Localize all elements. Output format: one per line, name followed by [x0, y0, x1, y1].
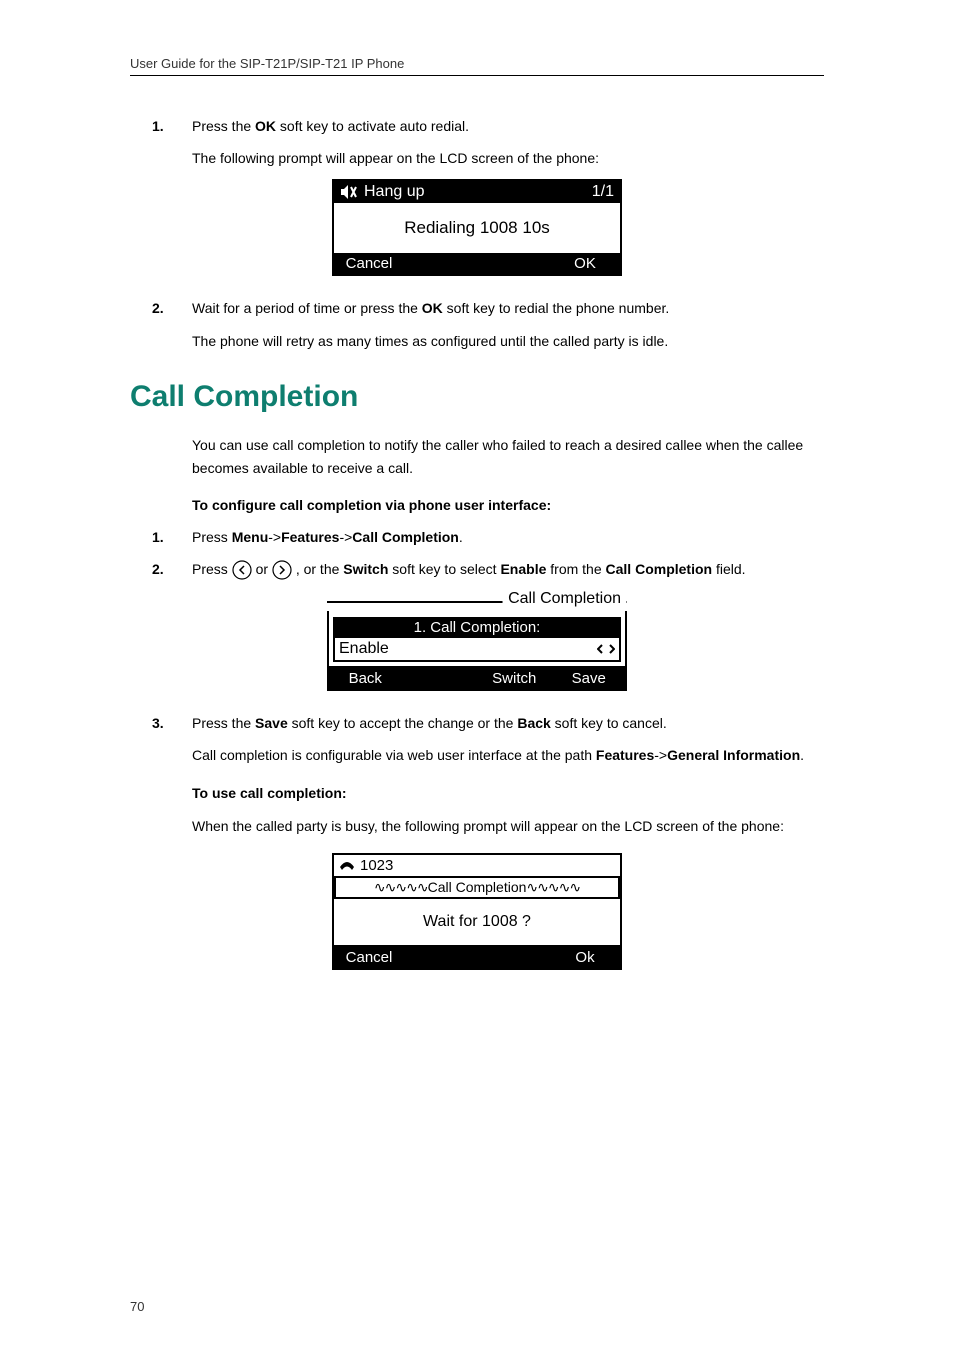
closing-paragraph: The phone will retry as many times as co… [130, 330, 824, 352]
step-number: 2. [152, 559, 164, 581]
use-label: To use call completion: [130, 785, 824, 801]
lcd3-top-bar: 1023 [334, 855, 620, 876]
lcd-softkeys: Cancel OK [334, 253, 620, 274]
step-number: 1. [152, 527, 164, 549]
lcd-content: Redialing 1008 10s [334, 203, 620, 253]
right-arrow-key-icon [272, 560, 292, 580]
step-text: Press or , or the Switch soft key to sel… [192, 561, 746, 577]
left-right-arrows-icon [597, 643, 615, 655]
step-number: 2. [152, 298, 164, 320]
lcd-call-completion-config: Call Completion 1. Call Completion: Enab… [327, 591, 627, 691]
steps-list-1: 1. Press the OK soft key to activate aut… [130, 116, 824, 169]
lcd3-content: Wait for 1008 ? [334, 899, 620, 945]
running-head: User Guide for the SIP-T21P/SIP-T21 IP P… [130, 56, 824, 71]
step-text: Wait for a period of time or press the O… [192, 300, 669, 316]
softkey-blank [476, 947, 548, 968]
configure-label: To configure call completion via phone u… [130, 497, 824, 513]
left-arrow-key-icon [232, 560, 252, 580]
speaker-mute-icon [340, 184, 358, 200]
lcd2-softkeys: Back Switch Save [327, 666, 627, 691]
lcd2-title-text: Call Completion [502, 590, 627, 608]
softkey-cancel: Cancel [334, 947, 404, 968]
softkey-blank [404, 947, 476, 968]
lcd-page-indicator: 1/1 [592, 183, 614, 201]
step-2: 2. Wait for a period of time or press th… [192, 298, 824, 320]
softkey-blank [402, 668, 477, 689]
lcd-wait-for: 1023 ∿∿∿∿∿Call Completion∿∿∿∿∿ Wait for … [332, 853, 622, 970]
softkey-save: Save [551, 668, 626, 689]
page-number: 70 [130, 1299, 144, 1314]
step-1: 1. Press the OK soft key to activate aut… [192, 116, 824, 169]
softkey-cancel: Cancel [334, 253, 404, 274]
step-text: Press Menu->Features->Call Completion. [192, 529, 463, 545]
header-rule [130, 75, 824, 76]
lcd3-banner: ∿∿∿∿∿Call Completion∿∿∿∿∿ [334, 876, 620, 899]
webpath-paragraph: Call completion is configurable via web … [130, 744, 824, 766]
cfg-step-2: 2. Press or , or the Switch soft key to … [192, 559, 824, 581]
cfg-step-3: 3. Press the Save soft key to accept the… [192, 713, 824, 735]
softkey-switch: Switch [476, 668, 551, 689]
handset-icon [338, 859, 356, 873]
lcd-title: Hang up [364, 183, 425, 201]
softkey-blank [476, 253, 548, 274]
step-number: 3. [152, 713, 164, 735]
lcd3-softkeys: Cancel Ok [334, 945, 620, 968]
step-text: Press the OK soft key to activate auto r… [192, 118, 469, 134]
steps-list-1b: 2. Wait for a period of time or press th… [130, 298, 824, 320]
softkey-ok: Ok [548, 947, 620, 968]
lcd2-field-value: Enable [333, 638, 621, 662]
softkey-back: Back [329, 668, 402, 689]
steps-list-2: 1. Press Menu->Features->Call Completion… [130, 527, 824, 580]
intro-paragraph: You can use call completion to notify th… [130, 434, 824, 479]
step-text: Press the Save soft key to accept the ch… [192, 715, 667, 731]
step-subtext: The following prompt will appear on the … [192, 148, 824, 170]
steps-list-2b: 3. Press the Save soft key to accept the… [130, 713, 824, 735]
lcd2-field-label: 1. Call Completion: [333, 617, 621, 638]
softkey-ok: OK [548, 253, 620, 274]
step-number: 1. [152, 116, 164, 138]
lcd2-title-bar: Call Completion [327, 591, 627, 611]
cfg-step-1: 1. Press Menu->Features->Call Completion… [192, 527, 824, 549]
lcd-top-bar: Hang up 1/1 [334, 181, 620, 203]
use-body: When the called party is busy, the follo… [130, 815, 824, 837]
softkey-blank [404, 253, 476, 274]
lcd3-extension: 1023 [360, 857, 393, 874]
lcd-hangup: Hang up 1/1 Redialing 1008 10s Cancel OK [332, 179, 622, 276]
heading-call-completion: Call Completion [130, 380, 824, 414]
